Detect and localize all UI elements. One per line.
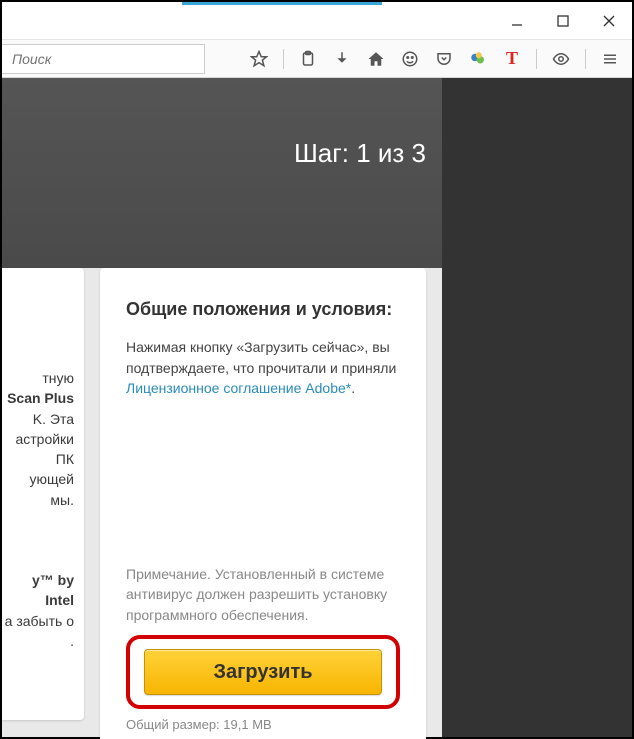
page-content: Шаг: 1 из 3 тную Scan Plus K. Эта астрой…: [2, 78, 632, 737]
smile-icon[interactable]: [400, 49, 420, 69]
separator-icon: [536, 49, 537, 69]
step-label: Шаг: 1 из 3: [294, 138, 426, 169]
pocket-icon[interactable]: [434, 49, 454, 69]
terms-card: Общие положения и условия: Нажимая кнопк…: [100, 268, 426, 739]
separator-icon: [585, 49, 586, 69]
text-t-icon[interactable]: T: [502, 49, 522, 69]
separator-icon: [283, 49, 284, 69]
home-icon[interactable]: [366, 49, 386, 69]
clipboard-icon[interactable]: [298, 49, 318, 69]
offers-card: тную Scan Plus K. Эта астройки ПК ующей …: [2, 268, 84, 720]
download-arrow-icon[interactable]: [332, 49, 352, 69]
title-accent: [182, 2, 382, 5]
page-inner: Шаг: 1 из 3 тную Scan Plus K. Эта астрой…: [2, 78, 442, 737]
download-highlight: Загрузить: [126, 635, 400, 709]
hamburger-menu-icon[interactable]: [600, 49, 620, 69]
palette-icon[interactable]: [468, 49, 488, 69]
window-titlebar: [2, 2, 632, 40]
window-maximize-button[interactable]: [540, 3, 586, 39]
window-close-button[interactable]: [586, 3, 632, 39]
license-link[interactable]: Лицензионное соглашение Adobe*: [126, 380, 351, 396]
total-size-label: Общий размер: 19,1 МВ: [126, 717, 400, 732]
browser-toolbar: T: [2, 40, 632, 78]
eye-icon[interactable]: [551, 49, 571, 69]
spacer: [126, 398, 400, 564]
download-button[interactable]: Загрузить: [144, 649, 382, 695]
search-input[interactable]: [2, 44, 205, 74]
antivirus-note: Примечание. Установленный в системе анти…: [126, 564, 400, 625]
offer-text-fragment: y™ by Intel а забыть о .: [2, 570, 74, 651]
offer-text-fragment: тную Scan Plus K. Эта астройки ПК ующей …: [2, 368, 74, 510]
toolbar-icons: T: [205, 49, 626, 69]
terms-text: Нажимая кнопку «Загрузить сейчас», вы по…: [126, 337, 400, 398]
terms-heading: Общие положения и условия:: [126, 298, 400, 321]
bookmark-star-icon[interactable]: [249, 49, 269, 69]
window-minimize-button[interactable]: [494, 3, 540, 39]
